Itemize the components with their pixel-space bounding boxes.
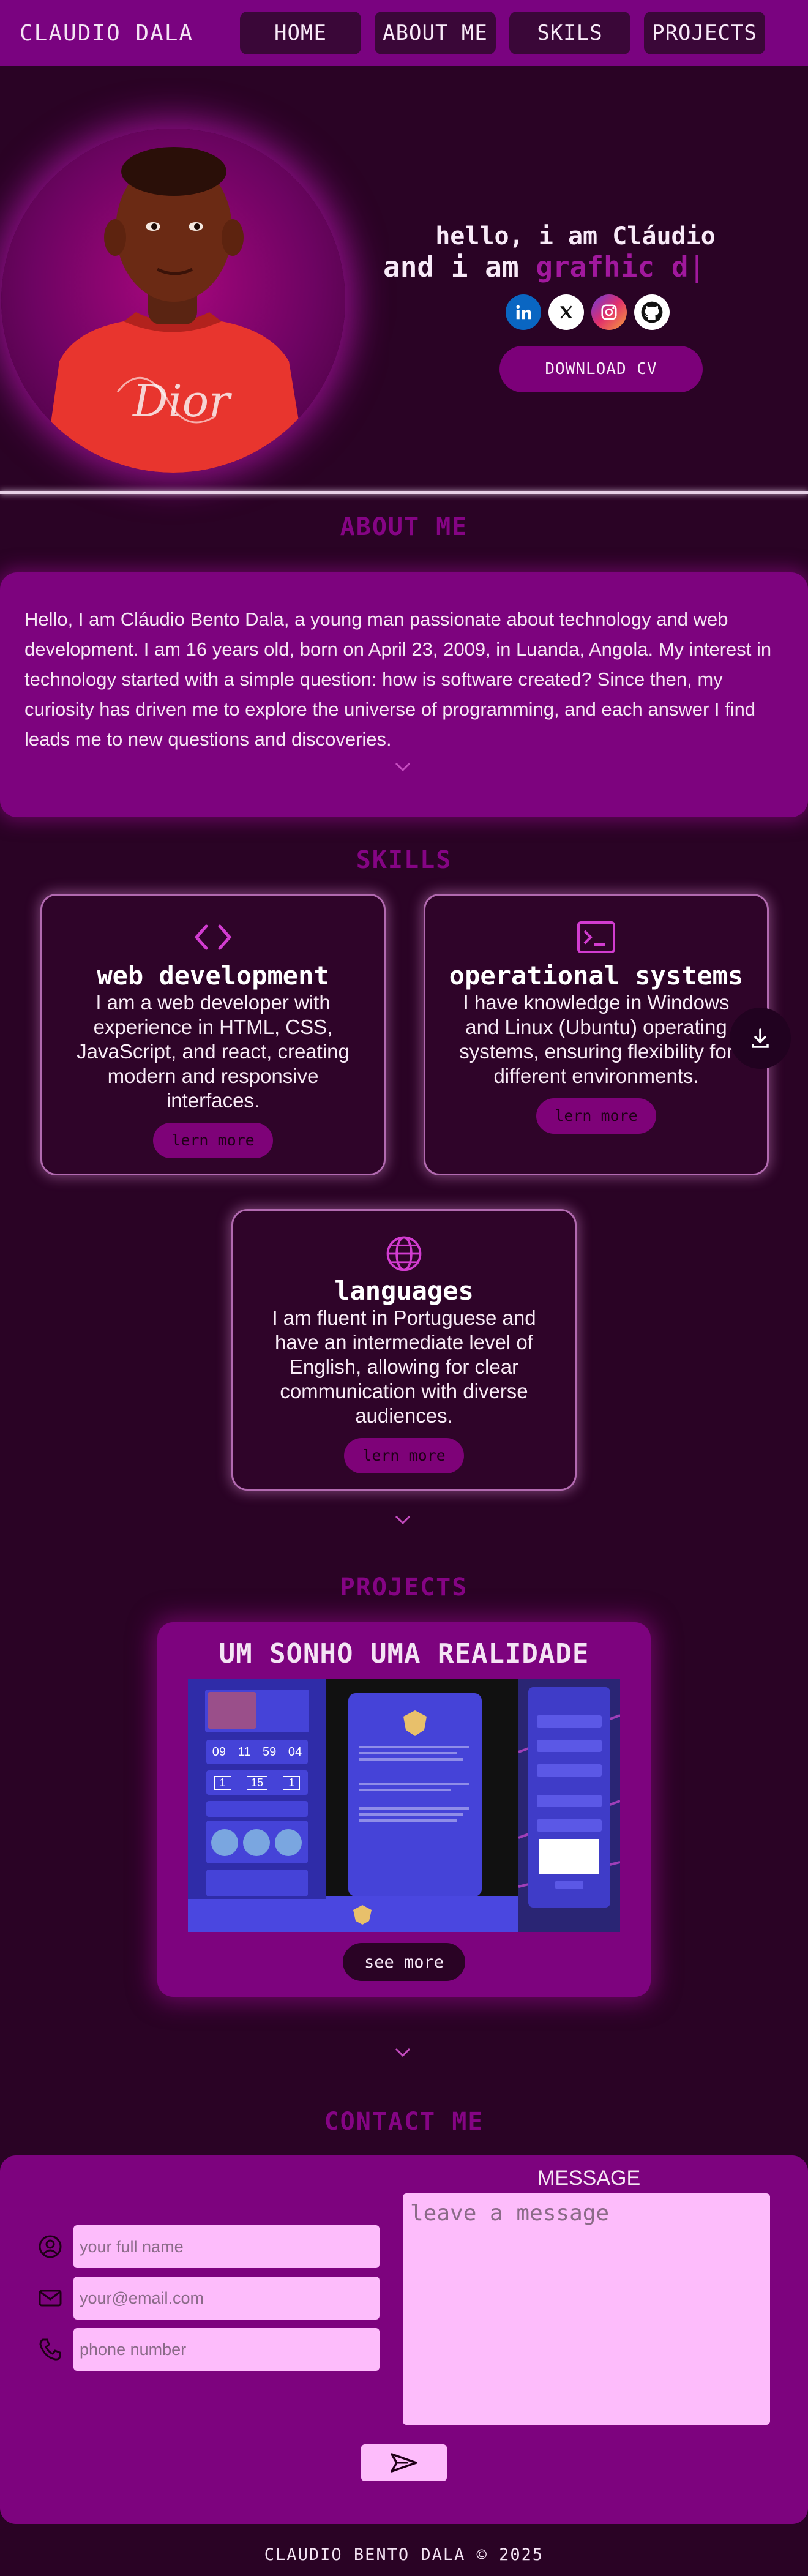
send-icon: [391, 2453, 417, 2473]
project-title: UM SONHO UMA REALIDADE: [219, 1638, 589, 1669]
hero-role-typed: grafhic d: [536, 250, 689, 283]
profile-photo: Dior: [1, 129, 345, 473]
hero-divider: [0, 491, 808, 494]
countdown-value: 11: [238, 1745, 251, 1759]
message-textarea[interactable]: leave a message: [403, 2193, 770, 2425]
contact-form: MESSAGE leave a message your full name y…: [0, 2155, 808, 2524]
projects-title: PROJECTS: [340, 1573, 468, 1601]
learn-more-button[interactable]: lern more: [344, 1438, 464, 1473]
phone-icon: [39, 2338, 61, 2361]
countdown-timer: 09 11 59 04: [206, 1740, 308, 1764]
brand-logo[interactable]: CLAUDIO DALA: [20, 21, 193, 46]
code-icon: [42, 919, 384, 956]
skill-card-languages: languages I am fluent in Portuguese and …: [231, 1209, 577, 1491]
hero-role-prefix: and i am: [383, 250, 519, 283]
countdown-value: 09: [212, 1745, 226, 1759]
mini-counters: 1 15 1: [206, 1770, 308, 1795]
about-card: Hello, I am Cláudio Bento Dala, a young …: [0, 572, 808, 817]
terminal-icon: [425, 919, 767, 956]
name-field[interactable]: your full name: [73, 2225, 380, 2268]
skill-card-web: web development I am a web developer wit…: [40, 894, 386, 1175]
download-icon: [752, 1028, 769, 1048]
contact-title: CONTACT ME: [324, 2108, 484, 2136]
learn-more-button[interactable]: lern more: [536, 1098, 656, 1134]
skill-title: web development: [97, 960, 329, 990]
email-field[interactable]: your@email.com: [73, 2277, 380, 2320]
skill-title: operational systems: [449, 960, 744, 990]
about-title: ABOUT ME: [340, 513, 468, 541]
see-more-button[interactable]: see more: [343, 1943, 465, 1981]
countdown-value: 04: [288, 1745, 302, 1759]
instagram-icon[interactable]: [591, 294, 627, 330]
learn-more-button[interactable]: lern more: [153, 1123, 273, 1158]
nav-skills-button[interactable]: SKILS: [509, 12, 630, 54]
typing-cursor: |: [688, 250, 706, 283]
mail-icon: [39, 2290, 62, 2307]
phone-row: phone number: [38, 2328, 380, 2371]
skills-title: SKILLS: [356, 846, 452, 874]
countdown-value: 59: [263, 1745, 277, 1759]
phone-field[interactable]: phone number: [73, 2328, 380, 2371]
nav-projects-button[interactable]: PROJECTS: [644, 12, 765, 54]
email-row: your@email.com: [38, 2277, 380, 2320]
download-cv-button[interactable]: DOWNLOAD CV: [499, 346, 703, 392]
footer-copyright: CLAUDIO BENTO DALA © 2025: [264, 2545, 544, 2564]
skill-description: I am fluent in Portuguese and have an in…: [272, 1306, 536, 1427]
chevron-down-icon[interactable]: [394, 758, 411, 777]
nav-about-button[interactable]: ABOUT ME: [375, 12, 496, 54]
nav-home-button[interactable]: HOME: [240, 12, 361, 54]
github-icon[interactable]: [634, 294, 670, 330]
hero-section: Dior hello, i am Cláudio and i am grafhi…: [0, 66, 808, 495]
message-label: MESSAGE: [537, 2166, 641, 2190]
hero-text: hello, i am Cláudio and i am grafhic d| …: [367, 222, 735, 392]
skill-description: I have knowledge in Windows and Linux (U…: [459, 991, 733, 1087]
linkedin-icon[interactable]: [506, 294, 541, 330]
project-screenshot[interactable]: 09 11 59 04 1 15 1: [188, 1679, 620, 1932]
counter-value: 15: [246, 1775, 268, 1790]
download-fab[interactable]: [730, 1008, 791, 1069]
hero-role: and i am grafhic d|: [367, 250, 735, 283]
chevron-down-icon[interactable]: [394, 1511, 411, 1530]
globe-icon: [233, 1234, 575, 1271]
hero-greeting: hello, i am Cláudio: [435, 222, 716, 250]
chevron-down-icon[interactable]: [394, 2043, 411, 2063]
user-icon: [39, 2235, 62, 2258]
project-card: UM SONHO UMA REALIDADE 09 11 59 04 1 15 …: [157, 1622, 651, 1997]
skill-card-os: operational systems I have knowledge in …: [424, 894, 769, 1175]
nav-links: HOME ABOUT ME SKILS PROJECTS: [240, 12, 765, 54]
social-links: [441, 294, 735, 330]
send-button[interactable]: [361, 2444, 447, 2481]
shirt-logo-text: Dior: [132, 375, 232, 427]
x-icon[interactable]: [548, 294, 584, 330]
counter-value: 1: [214, 1775, 231, 1790]
skill-title: languages: [334, 1276, 474, 1306]
about-text: Hello, I am Cláudio Bento Dala, a young …: [24, 608, 772, 750]
skill-description: I am a web developer with experience in …: [77, 991, 350, 1112]
name-row: your full name: [38, 2225, 380, 2268]
top-nav: CLAUDIO DALA HOME ABOUT ME SKILS PROJECT…: [0, 0, 808, 66]
counter-value: 1: [283, 1775, 301, 1790]
